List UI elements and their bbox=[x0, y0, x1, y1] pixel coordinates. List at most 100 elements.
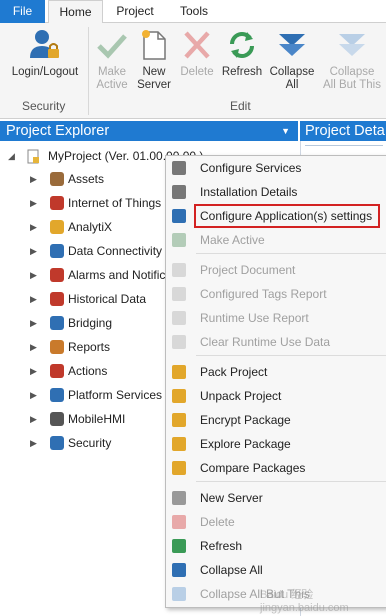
login-logout-button[interactable]: Login/Logout bbox=[8, 28, 82, 79]
tree-item-label: Actions bbox=[68, 364, 108, 378]
make-active-label-line2: Active bbox=[96, 79, 128, 91]
refresh-icon bbox=[230, 32, 254, 58]
expand-arrow-icon[interactable]: ▶ bbox=[30, 192, 40, 214]
delete-button[interactable]: Delete bbox=[176, 28, 218, 79]
expand-arrow-icon[interactable]: ▶ bbox=[30, 336, 40, 358]
expand-arrow-icon[interactable]: ▶ bbox=[30, 432, 40, 454]
tab-home[interactable]: Home bbox=[48, 0, 103, 24]
historical-data-icon bbox=[50, 292, 64, 306]
make-active-button[interactable]: Make Active bbox=[90, 28, 134, 92]
menu-item-encrypt-package[interactable]: Encrypt Package bbox=[166, 409, 386, 431]
unpack-icon bbox=[172, 389, 186, 403]
delete-x-icon bbox=[172, 515, 186, 529]
menu-item-runtime-use-report[interactable]: Runtime Use Report bbox=[166, 307, 386, 329]
menu-item-compare-packages[interactable]: Compare Packages bbox=[166, 457, 386, 479]
collapse-all-but-this-icon bbox=[339, 34, 365, 56]
lock-icon bbox=[172, 413, 186, 427]
dropdown-arrow-icon[interactable]: ▼ bbox=[281, 121, 290, 141]
new-server-button[interactable]: New Server bbox=[134, 28, 174, 92]
project-explorer-title: Project Explorer bbox=[6, 123, 110, 139]
collapse-all-label-line2: All bbox=[285, 79, 299, 91]
expand-arrow-icon[interactable]: ▶ bbox=[30, 360, 40, 382]
tab-file[interactable]: File bbox=[0, 0, 45, 23]
tree-item-label: Internet of Things bbox=[68, 196, 162, 210]
project-details-header: Project Deta bbox=[300, 121, 386, 141]
project-explorer-header: Project Explorer ▼ bbox=[0, 121, 298, 141]
menu-item-label: Delete bbox=[200, 515, 235, 529]
menu-item-unpack-project[interactable]: Unpack Project bbox=[166, 385, 386, 407]
user-lock-icon bbox=[30, 30, 59, 58]
tab-tools[interactable]: Tools bbox=[166, 0, 222, 23]
refresh-button[interactable]: Refresh bbox=[220, 28, 264, 79]
menu-item-collapse-all[interactable]: Collapse All bbox=[166, 559, 386, 581]
tree-item-label: Reports bbox=[68, 340, 111, 354]
expand-arrow-icon[interactable]: ▶ bbox=[30, 240, 40, 262]
menu-separator bbox=[196, 481, 386, 482]
highlight-box bbox=[194, 204, 380, 228]
group-security-label: Security bbox=[22, 99, 66, 113]
bridging-icon bbox=[50, 316, 64, 330]
menu-item-clear-runtime-use-data[interactable]: Clear Runtime Use Data bbox=[166, 331, 386, 353]
menu-item-label: Unpack Project bbox=[200, 389, 282, 403]
expand-arrow-icon[interactable]: ▶ bbox=[30, 408, 40, 430]
collapse-all-label-line1: Collapse bbox=[269, 66, 315, 78]
tree-item-label: Historical Data bbox=[68, 292, 147, 306]
menu-item-delete[interactable]: Delete bbox=[166, 511, 386, 533]
internet-of-things-icon bbox=[50, 196, 64, 210]
expand-arrow-icon[interactable]: ▶ bbox=[30, 312, 40, 334]
mobilehmi-icon bbox=[50, 412, 64, 426]
collapse-all-but-this-button[interactable]: Collapse All But This bbox=[320, 28, 384, 92]
report-icon bbox=[172, 287, 186, 301]
reports-icon bbox=[50, 340, 64, 354]
collapse-all-button[interactable]: Collapse All bbox=[266, 28, 318, 92]
menu-item-label: Collapse All bbox=[200, 563, 263, 577]
explore-package-icon bbox=[172, 437, 186, 451]
menu-item-pack-project[interactable]: Pack Project bbox=[166, 361, 386, 383]
compare-packages-icon bbox=[172, 461, 186, 475]
menu-item-label: Configured Tags Report bbox=[200, 287, 327, 301]
project-details-title: Project Deta bbox=[305, 123, 385, 139]
refresh-label: Refresh bbox=[221, 66, 263, 78]
tree-item-label: MobileHMI bbox=[68, 412, 126, 426]
menu-item-label: Pack Project bbox=[200, 365, 268, 379]
details-divider bbox=[305, 145, 383, 146]
menu-item-new-server[interactable]: New Server bbox=[166, 487, 386, 509]
expand-arrow-icon[interactable]: ▶ bbox=[30, 288, 40, 310]
tree-item-label: Data Connectivity bbox=[68, 244, 163, 258]
collapse-all-icon bbox=[172, 563, 186, 577]
new-document-icon bbox=[142, 30, 166, 60]
menu-item-configure-services[interactable]: Configure Services bbox=[166, 157, 386, 179]
menu-item-project-document[interactable]: Project Document bbox=[166, 259, 386, 281]
expand-arrow-icon[interactable]: ▶ bbox=[30, 264, 40, 286]
tree-item-label: Alarms and Notific bbox=[68, 268, 166, 282]
menu-item-make-active[interactable]: Make Active bbox=[166, 229, 386, 251]
menu-item-label: Encrypt Package bbox=[200, 413, 291, 427]
pack-icon bbox=[172, 365, 186, 379]
gears-icon bbox=[172, 161, 186, 175]
tree-item-label: Platform Services bbox=[68, 388, 163, 402]
refresh-icon bbox=[172, 539, 186, 553]
new-document-icon bbox=[172, 491, 186, 505]
menu-item-explore-package[interactable]: Explore Package bbox=[166, 433, 386, 455]
checkmark-icon bbox=[172, 233, 186, 247]
group-separator bbox=[88, 27, 89, 115]
tab-project[interactable]: Project bbox=[106, 0, 164, 23]
expand-arrow-icon[interactable]: ▶ bbox=[30, 168, 40, 190]
expanded-arrow-icon[interactable]: ◢ bbox=[8, 145, 18, 167]
menu-item-refresh[interactable]: Refresh bbox=[166, 535, 386, 557]
menu-separator bbox=[196, 253, 386, 254]
menu-item-label: Configure Services bbox=[200, 161, 302, 175]
ribbon: Login/Logout Security Make Active New Se… bbox=[0, 23, 386, 119]
watermark: Baidu 经验 jingyan.baidu.com bbox=[260, 589, 349, 614]
new-server-label-line1: New bbox=[142, 66, 166, 78]
new-server-label-line2: Server bbox=[137, 79, 171, 91]
menu-item-installation-details[interactable]: Installation Details bbox=[166, 181, 386, 203]
menu-item-label: Refresh bbox=[200, 539, 243, 553]
expand-arrow-icon[interactable]: ▶ bbox=[30, 216, 40, 238]
alarms-icon bbox=[50, 268, 64, 282]
login-logout-label: Login/Logout bbox=[11, 66, 79, 78]
menu-item-configured-tags-report[interactable]: Configured Tags Report bbox=[166, 283, 386, 305]
report-icon bbox=[172, 311, 186, 325]
expand-arrow-icon[interactable]: ▶ bbox=[30, 384, 40, 406]
project-document-icon bbox=[27, 149, 39, 164]
